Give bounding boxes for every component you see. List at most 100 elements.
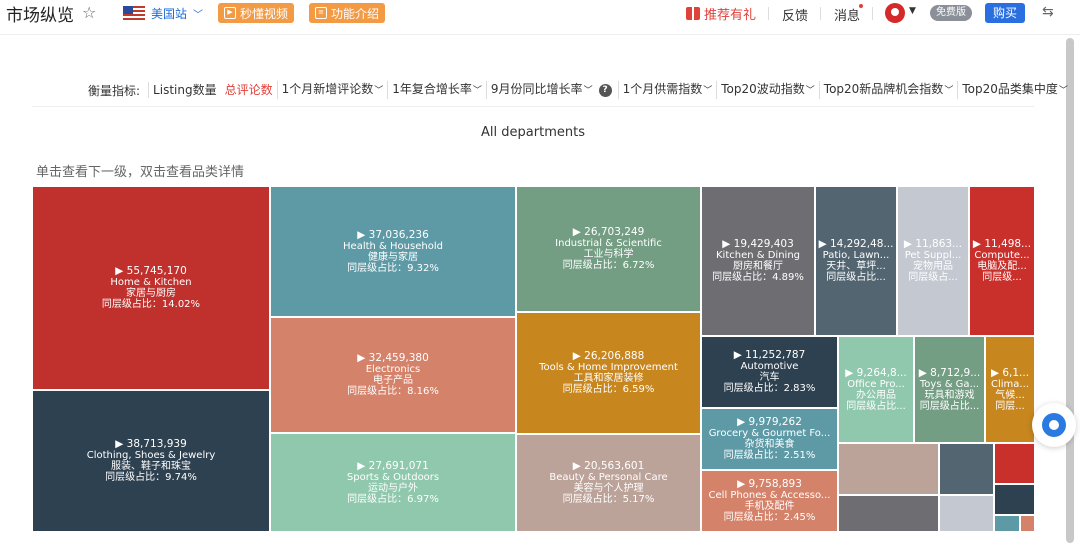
treemap-tile[interactable] [939,495,994,532]
tile-value: ▶ 26,703,249 [572,226,645,238]
treemap-tile[interactable] [994,515,1020,532]
tile-name: Tools & Home Improvement [539,362,678,373]
metric-new-brand[interactable]: Top20新品牌机会指数﹀ [818,81,958,99]
recommend-label: 推荐有礼 [704,8,757,23]
treemap-tile[interactable]: ▶ 9,758,893 Cell Phones & Accesso... 手机及配件… [701,470,838,532]
tile-name: Sports & Outdoors [346,471,440,483]
tile-value: ▶ 11,252,787 [733,349,806,361]
tile-value: ▶ 11,863... [903,238,963,250]
tile-share: 同层级占比... [846,400,906,412]
treemap-tile[interactable]: ▶ 55,745,170 Home & Kitchen 家居与厨房 同层级占比：14.… [32,186,270,390]
tile-share: 同层级占比：6.97% [347,493,439,505]
metric-1m-new-reviews[interactable]: 1个月新增评论数﹀ [276,81,388,99]
treemap: ▶ 55,745,170 Home & Kitchen 家居与厨房 同层级占比：14.… [32,186,1035,532]
tile-name: Kitchen & Dining [715,250,801,261]
divider [872,7,873,20]
tile-cn: 天井、草坪... [826,261,886,272]
treemap-tile[interactable]: ▶ 20,563,601 Beauty & Personal Care 美容与个人护… [516,434,701,532]
metric-yoy[interactable]: 9月份同比增长率﹀ [485,81,597,99]
video-button[interactable]: ▶ 秒懂视频 [218,3,295,23]
messages-link[interactable]: 消息 [834,5,860,24]
site-selector[interactable]: 美国站 ﹀ [123,5,203,22]
treemap-tile[interactable]: ▶ 19,429,403 Kitchen & Dining 厨房和餐厅 同层级占比：4… [701,186,815,336]
treemap-tile[interactable]: ▶ 32,459,380 Electronics 电子产品 同层级占比：8.16% [270,317,516,433]
chart-title: All departments [481,125,585,140]
tile-value: ▶ 55,745,170 [115,265,187,277]
avatar[interactable] [885,3,905,23]
chevron-down-icon: ﹀ [374,86,384,96]
treemap-tile[interactable] [838,443,939,495]
tile-share: 同层级占比... [826,272,886,283]
treemap-tile[interactable]: ▶ 11,252,787 Automotive 汽车 同层级占比：2.83% [701,336,838,408]
tile-cn: 气候... [995,389,1025,401]
metric-listing-count[interactable]: Listing数量 [148,82,221,98]
treemap-tile[interactable]: ▶ 27,691,071 Sports & Outdoors 运动与户外 同层级占比：… [270,433,516,532]
tile-share: 同层级... [982,272,1022,283]
tile-value: ▶ 37,036,236 [357,228,429,241]
tile-share: 同层级占比：5.17% [562,494,655,505]
treemap-tile[interactable] [994,484,1035,515]
chevron-down-icon: ﹀ [472,86,482,96]
tile-cn: 工业与科学 [583,249,634,260]
treemap-tile[interactable]: ▶ 11,863... Pet Suppl... 宠物用品 同层级占... [897,186,969,336]
tile-value: ▶ 9,758,893 [737,478,802,490]
site-label: 美国站 [151,7,188,21]
tile-cn: 电脑及配... [977,261,1027,272]
metric-concentration[interactable]: Top20品类集中度﹀ [957,81,1072,99]
treemap-tile[interactable]: ▶ 26,206,888 Tools & Home Improvement 工具和家… [516,312,701,434]
tile-value: ▶ 14,292,48... [818,238,894,250]
tile-name: Cell Phones & Accesso... [708,490,831,501]
tile-value: ▶ 26,206,888 [572,350,645,362]
treemap-tile[interactable] [838,495,939,532]
help-icon[interactable]: ? [598,83,612,97]
divider [820,7,821,20]
document-icon: ≡ [315,7,327,19]
metric-volatility[interactable]: Top20波动指数﹀ [716,81,819,99]
buy-button[interactable]: 购买 [985,3,1025,23]
treemap-tile[interactable] [994,443,1035,484]
star-icon[interactable]: ☆ [82,3,96,22]
treemap-tile[interactable]: ▶ 9,979,262 Grocery & Gourmet Fo... 杂货和美食同… [701,408,838,470]
recommend-link[interactable]: 推荐有礼 [686,4,756,23]
tile-share: 同层级占比：4.89% [712,272,804,283]
tile-value: ▶ 38,713,939 [115,438,187,450]
tile-share: 同层级占比：2.83% [723,383,816,394]
metric-total-reviews[interactable]: 总评论数 [221,82,277,98]
metric-cagr[interactable]: 1年复合增长率﹀ [387,81,486,99]
metric-text: 1年复合增长率 [392,82,472,96]
metric-supply-demand[interactable]: 1个月供需指数﹀ [617,81,717,99]
chevron-down-icon: ﹀ [703,86,713,96]
customer-service-button[interactable] [1032,403,1076,447]
tile-name: Health & Household [343,240,443,252]
tile-name: Grocery & Gourmet Fo... [708,428,831,439]
treemap-tile[interactable]: ▶ 9,264,8... Office Pro... 办公用品 同层级占比... [838,336,914,443]
treemap-tile[interactable] [1020,515,1035,532]
tile-value: ▶ 9,979,262 [737,416,802,428]
treemap-tile[interactable]: ▶ 6,1... Clima... 气候... 同层... [985,336,1035,443]
tile-name: Clima... [991,378,1029,390]
page-title: 市场纵览 [6,6,74,26]
tile-share: 同层级占比：9.32% [347,262,439,274]
tile-cn: 家居与厨房 [126,288,176,299]
tile-name: Electronics [365,364,421,375]
treemap-tile[interactable]: ▶ 8,712,9... Toys & Ga... 玩具和游戏 同层级占比... [914,336,985,443]
swap-icon[interactable]: ⇆ [1042,4,1054,20]
treemap-tile[interactable]: ▶ 14,292,48... Patio, Lawn... 天井、草坪... 同层级占… [815,186,897,336]
treemap-tile[interactable]: ▶ 37,036,236 Health & Household 健康与家居 同层级占比… [270,186,516,317]
feedback-link[interactable]: 反馈 [782,5,808,24]
chevron-down-icon: ﹀ [193,10,204,21]
intro-button[interactable]: ≡ 功能介绍 [309,3,386,23]
treemap-tile[interactable]: ▶ 38,713,939 Clothing, Shoes & Jewelry 服装、… [32,390,270,532]
treemap-tile[interactable]: ▶ 11,498... Compute... 电脑及配... 同层级... [969,186,1035,336]
treemap-tile[interactable] [939,443,994,495]
metric-text: 1个月供需指数 [622,82,703,96]
scrollbar[interactable] [1066,38,1074,543]
tile-share: 同层级占... [908,272,958,283]
metrics-label: 衡量指标: [88,83,141,98]
unread-dot [859,4,863,8]
caret-down-icon[interactable]: ▼ [909,6,916,16]
treemap-tile[interactable]: ▶ 26,703,249 Industrial & Scientific 工业与科学… [516,186,701,312]
plan-badge: 免费版 [930,5,972,21]
tile-value: ▶ 6,1... [990,366,1030,379]
metrics-divider [32,106,1034,107]
